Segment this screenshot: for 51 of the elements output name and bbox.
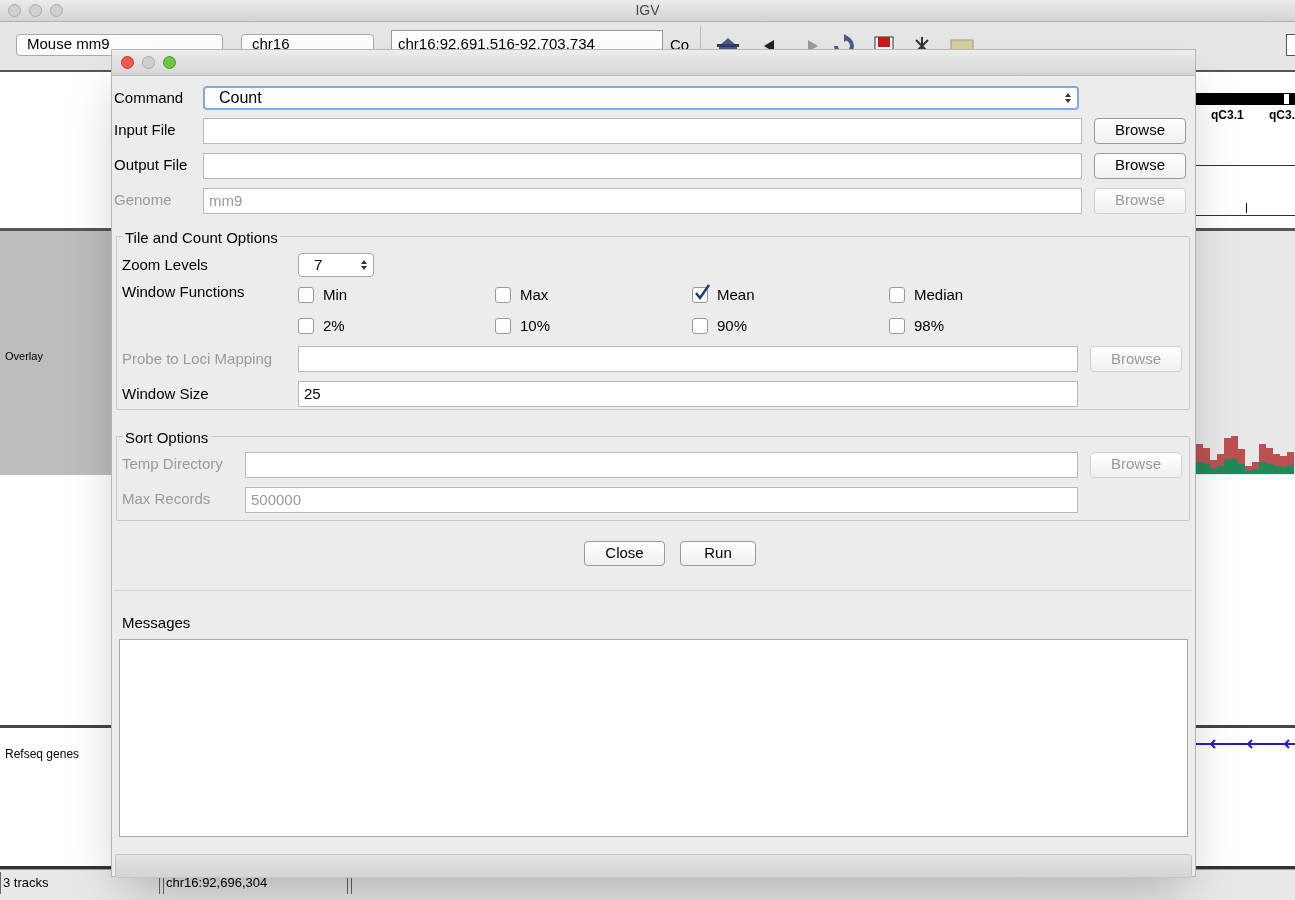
zoom-levels-spinner[interactable]: 7 bbox=[298, 253, 374, 277]
window-control-button[interactable] bbox=[8, 4, 21, 17]
window-title: IGV bbox=[634, 1, 661, 20]
checkbox[interactable] bbox=[889, 317, 905, 334]
ruler-tick bbox=[1246, 203, 1247, 213]
window-control-button[interactable] bbox=[29, 4, 42, 17]
input-field[interactable] bbox=[245, 451, 1078, 478]
checkbox[interactable] bbox=[495, 287, 511, 304]
window-control-button[interactable] bbox=[50, 4, 63, 17]
checkbox-label: 2% bbox=[323, 315, 345, 336]
field-label: Window Functions bbox=[122, 282, 246, 302]
checkbox-label: 98% bbox=[914, 315, 945, 336]
input-field[interactable]: 25 bbox=[298, 381, 1078, 407]
track-name[interactable]: Overlay bbox=[5, 348, 43, 365]
checkbox-label: Max bbox=[520, 285, 549, 305]
window-control-button[interactable] bbox=[142, 56, 155, 69]
field-label: Window Size bbox=[122, 383, 210, 404]
field-label: Zoom Levels bbox=[122, 254, 209, 275]
messages-label: Messages bbox=[122, 613, 192, 633]
field-label: Output File bbox=[114, 155, 189, 176]
cytoband-label: qC3. bbox=[1269, 107, 1295, 124]
field-label: Temp Directory bbox=[122, 454, 224, 475]
input-field[interactable] bbox=[298, 346, 1078, 372]
field-label: Input File bbox=[114, 120, 177, 141]
checkbox-label: Mean bbox=[717, 285, 755, 305]
field-label: Probe to Loci Mapping bbox=[122, 348, 274, 369]
checkbox[interactable] bbox=[495, 317, 511, 334]
updown-arrows-icon[interactable] bbox=[1064, 91, 1072, 105]
field-label: Max Records bbox=[122, 489, 212, 510]
dialog-button[interactable]: Close bbox=[584, 541, 665, 566]
track-name[interactable]: Refseq genes bbox=[5, 745, 80, 763]
input-field[interactable] bbox=[203, 117, 1082, 144]
browse-button[interactable]: Browse bbox=[1094, 152, 1186, 179]
browse-button[interactable]: Browse bbox=[1094, 117, 1186, 144]
checkbox[interactable] bbox=[692, 317, 708, 334]
updown-arrows-icon[interactable] bbox=[360, 258, 368, 272]
command-dropdown[interactable]: Count bbox=[203, 86, 1079, 110]
checkbox[interactable] bbox=[298, 317, 314, 334]
checkbox-label: 10% bbox=[520, 315, 551, 336]
checkbox-label: Min bbox=[323, 285, 348, 305]
input-field[interactable] bbox=[203, 152, 1082, 179]
checkbox[interactable] bbox=[298, 287, 314, 304]
field-label: Command bbox=[114, 87, 185, 108]
checkbox-label: Median bbox=[914, 285, 964, 305]
field-label: Genome bbox=[114, 190, 173, 211]
cytoband-label: qC3.1 bbox=[1211, 107, 1244, 124]
window-control-button[interactable] bbox=[163, 56, 176, 69]
window-control-button[interactable] bbox=[121, 56, 134, 69]
checkbox[interactable] bbox=[889, 287, 905, 304]
dialog-button[interactable]: Run bbox=[680, 541, 756, 566]
checkbox-label: 90% bbox=[717, 315, 748, 336]
